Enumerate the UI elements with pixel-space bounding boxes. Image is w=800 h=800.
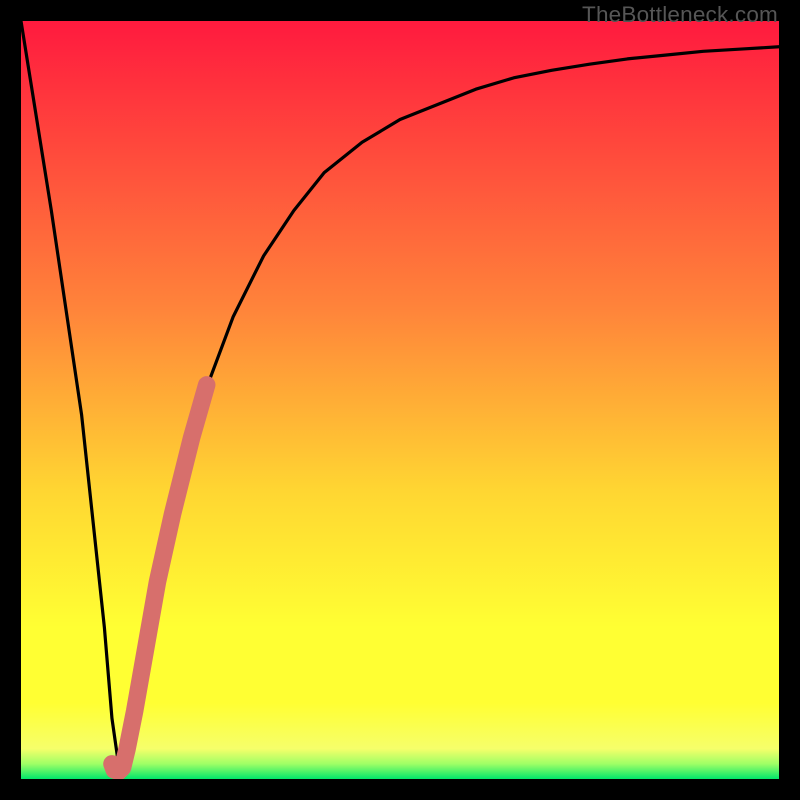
watermark-text: TheBottleneck.com [582,2,778,28]
plot-area [21,21,779,779]
chart-svg [21,21,779,779]
chart-frame: TheBottleneck.com [0,0,800,800]
